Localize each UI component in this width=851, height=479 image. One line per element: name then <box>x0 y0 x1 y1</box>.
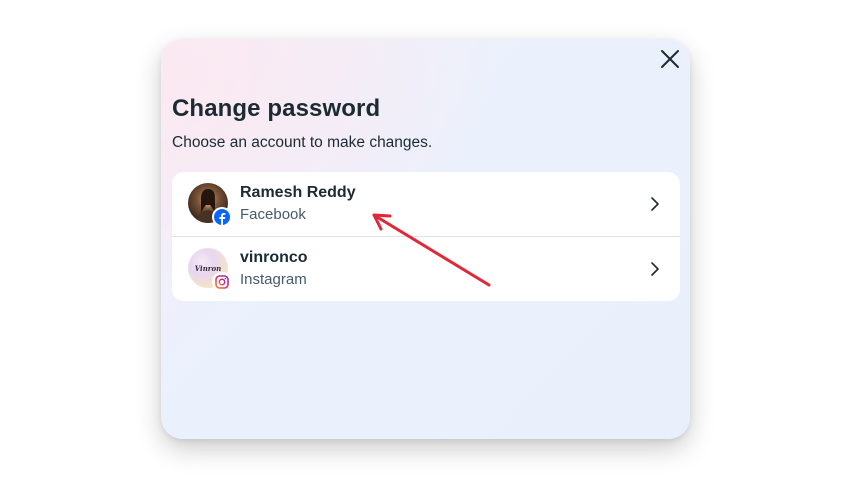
screen: Change password Choose an account to mak… <box>0 0 851 479</box>
close-icon <box>661 50 679 68</box>
account-platform: Instagram <box>240 271 307 288</box>
facebook-badge <box>212 207 232 227</box>
avatar <box>188 183 232 227</box>
account-row-facebook[interactable]: Ramesh Reddy Facebook <box>172 172 680 236</box>
account-row-instagram[interactable]: Vinron vinronco Instagram <box>172 236 680 301</box>
instagram-badge <box>212 272 232 292</box>
dialog-subtitle: Choose an account to make changes. <box>172 134 433 151</box>
chevron-right-icon <box>648 196 662 212</box>
avatar-text: Vinron <box>194 263 222 273</box>
change-password-dialog: Change password Choose an account to mak… <box>161 39 690 439</box>
account-name: vinronco <box>240 249 308 266</box>
account-platform: Facebook <box>240 206 306 223</box>
chevron-right-icon <box>648 261 662 277</box>
close-button[interactable] <box>658 47 682 71</box>
account-name: Ramesh Reddy <box>240 184 356 201</box>
facebook-icon <box>214 209 230 225</box>
dialog-title: Change password <box>172 95 381 122</box>
account-list: Ramesh Reddy Facebook Vinron vinronco In… <box>172 172 680 301</box>
instagram-icon <box>215 275 229 289</box>
avatar: Vinron <box>188 248 232 292</box>
